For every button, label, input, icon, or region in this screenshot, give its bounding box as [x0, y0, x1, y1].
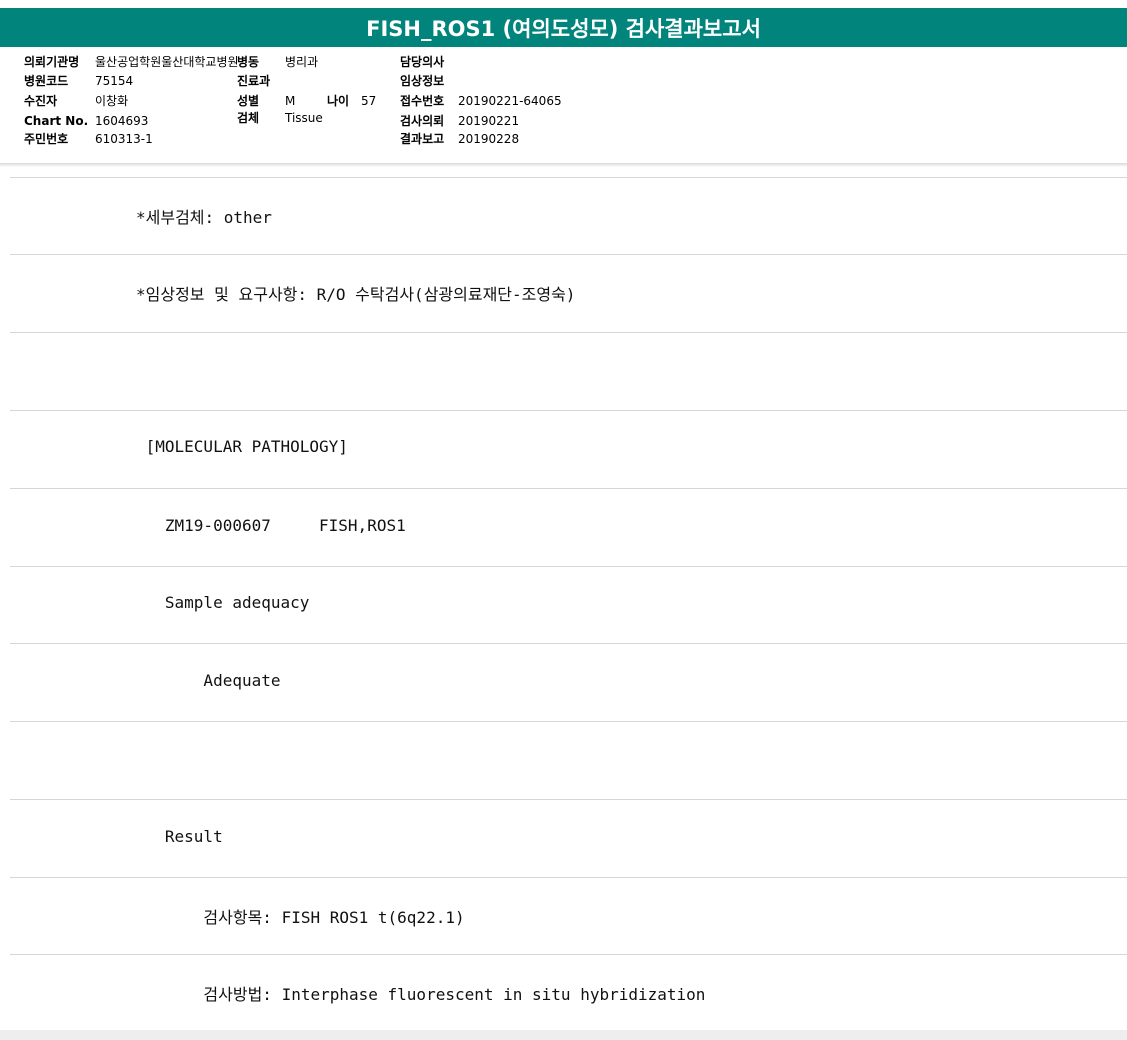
report-body: *세부검체: other *임상정보 및 요구사항: R/O 수탁검사(삼광의료…: [0, 167, 1127, 1030]
rrn-value: 610313-1: [95, 132, 153, 146]
rrn-label: 주민번호: [24, 132, 69, 146]
dept-label: 진료과: [237, 74, 271, 88]
specimen-label: 검체: [237, 111, 260, 125]
report-line: [10, 721, 1127, 799]
footer-strip: [0, 1030, 1127, 1040]
ward-label: 병동: [237, 55, 260, 69]
report-line-text: [MOLECULAR PATHOLOGY]: [136, 437, 348, 456]
report-title-bar: FISH_ROS1 (여의도성모) 검사결과보고서: [0, 8, 1127, 47]
report-line-text: Sample adequacy: [136, 593, 310, 612]
ward-value: 병리과: [285, 55, 319, 69]
clinical-info-label: 임상정보: [400, 74, 445, 88]
request-date-label: 검사의뢰: [400, 114, 445, 128]
header-row-4: Chart No. 1604693 검체 Tissue 검사의뢰 2019022…: [0, 111, 1127, 130]
hospital-code-value: 75154: [95, 74, 134, 88]
report-line: [10, 332, 1127, 410]
specimen-value: Tissue: [285, 111, 323, 125]
sex-value: M: [285, 94, 296, 108]
report-title: FISH_ROS1 (여의도성모) 검사결과보고서: [366, 16, 761, 41]
header-row-1: 의뢰기관명 울산공업학원울산대학교병원 병동 병리과 담당의사: [0, 53, 1127, 71]
chart-no-value: 1604693: [95, 114, 149, 128]
patient-label: 수진자: [24, 94, 58, 108]
institution-label: 의뢰기관명: [24, 55, 80, 69]
report-line-text: *임상정보 및 요구사항: R/O 수탁검사(삼광의료재단-조영숙): [136, 285, 576, 304]
report-line: [MOLECULAR PATHOLOGY]: [10, 410, 1127, 488]
report-line: Adequate: [10, 643, 1127, 721]
report-line: Result: [10, 799, 1127, 877]
hospital-code-label: 병원코드: [24, 74, 69, 88]
report-line: *임상정보 및 요구사항: R/O 수탁검사(삼광의료재단-조영숙): [10, 254, 1127, 332]
report-line: Sample adequacy: [10, 566, 1127, 644]
result-date-label: 결과보고: [400, 132, 445, 146]
report-line: ZM19-000607 FISH,ROS1: [10, 488, 1127, 566]
result-date-value: 20190228: [458, 132, 520, 146]
top-margin: [0, 0, 1127, 8]
chart-no-label: Chart No.: [24, 114, 89, 128]
institution-value: 울산공업학원울산대학교병원: [95, 55, 239, 69]
header-row-3: 수진자 이창화 성별 M 나이 57 접수번호 20190221-64065: [0, 92, 1127, 110]
report-header: 의뢰기관명 울산공업학원울산대학교병원 병동 병리과 담당의사 병원코드 751…: [0, 47, 1127, 164]
doctor-label: 담당의사: [400, 55, 445, 69]
request-date-value: 20190221: [458, 114, 520, 128]
receipt-value: 20190221-64065: [458, 94, 562, 108]
report-line-text: 검사방법: Interphase fluorescent in situ hyb…: [136, 985, 706, 1004]
report-line-text: ZM19-000607 FISH,ROS1: [136, 516, 406, 535]
report-line: 검사항목: FISH ROS1 t(6q22.1): [10, 877, 1127, 955]
age-value: 57: [361, 94, 377, 108]
patient-value: 이창화: [95, 94, 129, 108]
sex-label: 성별: [237, 94, 260, 108]
receipt-label: 접수번호: [400, 94, 445, 108]
report-line-text: Result: [136, 827, 223, 846]
header-row-5: 주민번호 610313-1 결과보고 20190228: [0, 130, 1127, 148]
age-label: 나이: [327, 94, 350, 108]
report-line-text: Adequate: [136, 671, 281, 690]
header-row-2: 병원코드 75154 진료과 임상정보: [0, 72, 1127, 90]
report-line-text: *세부검체: other: [136, 208, 272, 227]
report-line: 검사방법: Interphase fluorescent in situ hyb…: [10, 954, 1127, 1030]
report-line: *세부검체: other: [10, 177, 1127, 255]
report-line-text: 검사항목: FISH ROS1 t(6q22.1): [136, 908, 465, 927]
